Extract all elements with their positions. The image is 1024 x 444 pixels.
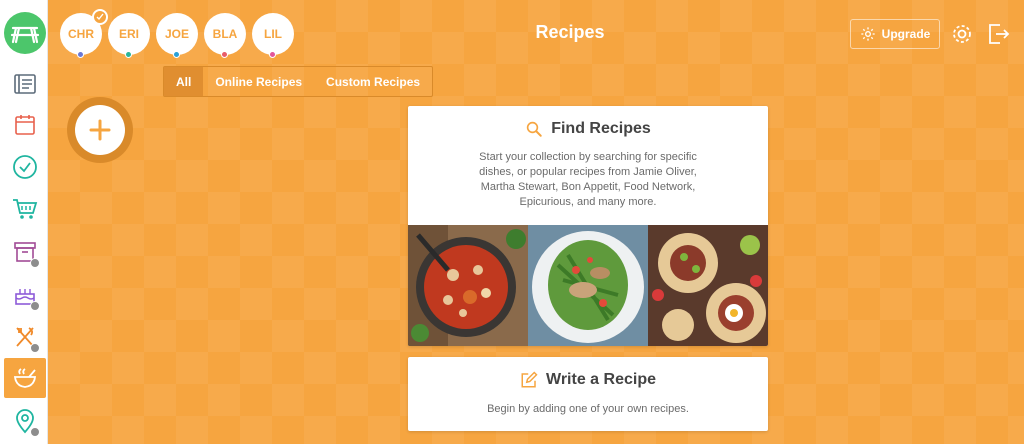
recipe-photo-tacos xyxy=(648,225,768,346)
recipe-filter-tabs: All Online Recipes Custom Recipes xyxy=(163,66,434,97)
add-recipe-button[interactable] xyxy=(75,105,125,155)
logout-button[interactable] xyxy=(986,22,1010,46)
tab-all[interactable]: All xyxy=(164,67,204,96)
upgrade-button[interactable]: Upgrade xyxy=(850,19,940,49)
search-icon xyxy=(527,121,542,137)
member-initials: BLA xyxy=(212,27,238,41)
member-color-dot xyxy=(221,51,228,58)
plus-icon xyxy=(89,119,111,141)
find-recipes-card[interactable]: Find Recipes Start your collection by se… xyxy=(408,106,768,346)
picnic-table-icon xyxy=(10,26,40,44)
member-initials: CHR xyxy=(68,27,94,41)
add-recipe-button-ring xyxy=(67,97,133,163)
sidebar-item-recipes[interactable] xyxy=(4,358,46,398)
sidebar xyxy=(0,0,48,444)
calendar-icon xyxy=(15,115,35,135)
logout-icon xyxy=(989,24,1010,44)
settings-button[interactable] xyxy=(950,22,974,46)
checklist-icon xyxy=(13,155,37,179)
lock-icon xyxy=(30,427,40,437)
sidebar-item-calendar[interactable] xyxy=(4,105,46,145)
shopping-cart-icon xyxy=(13,199,38,219)
recipe-photo-stew xyxy=(408,225,528,346)
lock-icon xyxy=(30,301,40,311)
menu-list-icon xyxy=(14,74,36,94)
find-recipes-title: Find Recipes xyxy=(551,120,651,137)
write-recipe-heading: Write a Recipe xyxy=(408,371,768,389)
member-color-dot xyxy=(77,51,84,58)
upgrade-label: Upgrade xyxy=(881,27,931,41)
member-avatar-chr[interactable]: CHR xyxy=(60,9,108,58)
tab-custom-recipes[interactable]: Custom Recipes xyxy=(314,67,432,96)
sidebar-item-events[interactable] xyxy=(4,275,46,315)
member-avatar-bla[interactable]: BLA xyxy=(204,13,246,58)
app-logo[interactable] xyxy=(4,12,46,54)
write-recipe-card[interactable]: Write a Recipe Begin by adding one of yo… xyxy=(408,357,768,431)
sidebar-item-meals[interactable] xyxy=(4,317,46,357)
find-recipes-description: Start your collection by searching for s… xyxy=(479,151,697,208)
write-recipe-description: Begin by adding one of your own recipes. xyxy=(487,403,689,415)
member-color-dot xyxy=(173,51,180,58)
member-color-dot xyxy=(269,51,276,58)
gear-icon xyxy=(953,25,971,43)
find-recipes-heading: Find Recipes xyxy=(408,120,768,138)
lock-icon xyxy=(30,258,40,268)
edit-pencil-icon xyxy=(521,371,538,388)
recipe-photo-salad xyxy=(528,225,648,346)
member-avatar-eri[interactable]: ERI xyxy=(108,13,150,58)
gear-icon xyxy=(860,27,875,41)
sidebar-item-tasks[interactable] xyxy=(4,147,46,187)
check-icon xyxy=(92,9,108,25)
write-recipe-title: Write a Recipe xyxy=(546,371,656,388)
lock-icon xyxy=(30,343,40,353)
mortar-pestle-icon xyxy=(13,368,37,388)
member-avatar-lil[interactable]: LIL xyxy=(252,13,294,58)
member-color-dot xyxy=(125,51,132,58)
member-initials: JOE xyxy=(164,27,189,41)
page-title: Recipes xyxy=(535,22,605,42)
sidebar-item-shopping[interactable] xyxy=(4,189,46,229)
member-avatar-joe[interactable]: JOE xyxy=(156,13,198,58)
sidebar-item-places[interactable] xyxy=(4,401,46,441)
member-initials: ERI xyxy=(118,27,139,41)
sidebar-item-menu[interactable] xyxy=(4,64,46,104)
tab-online-recipes[interactable]: Online Recipes xyxy=(203,67,314,96)
member-initials: LIL xyxy=(264,27,282,41)
recipe-photo-strip xyxy=(408,225,768,346)
sidebar-item-archive[interactable] xyxy=(4,232,46,272)
